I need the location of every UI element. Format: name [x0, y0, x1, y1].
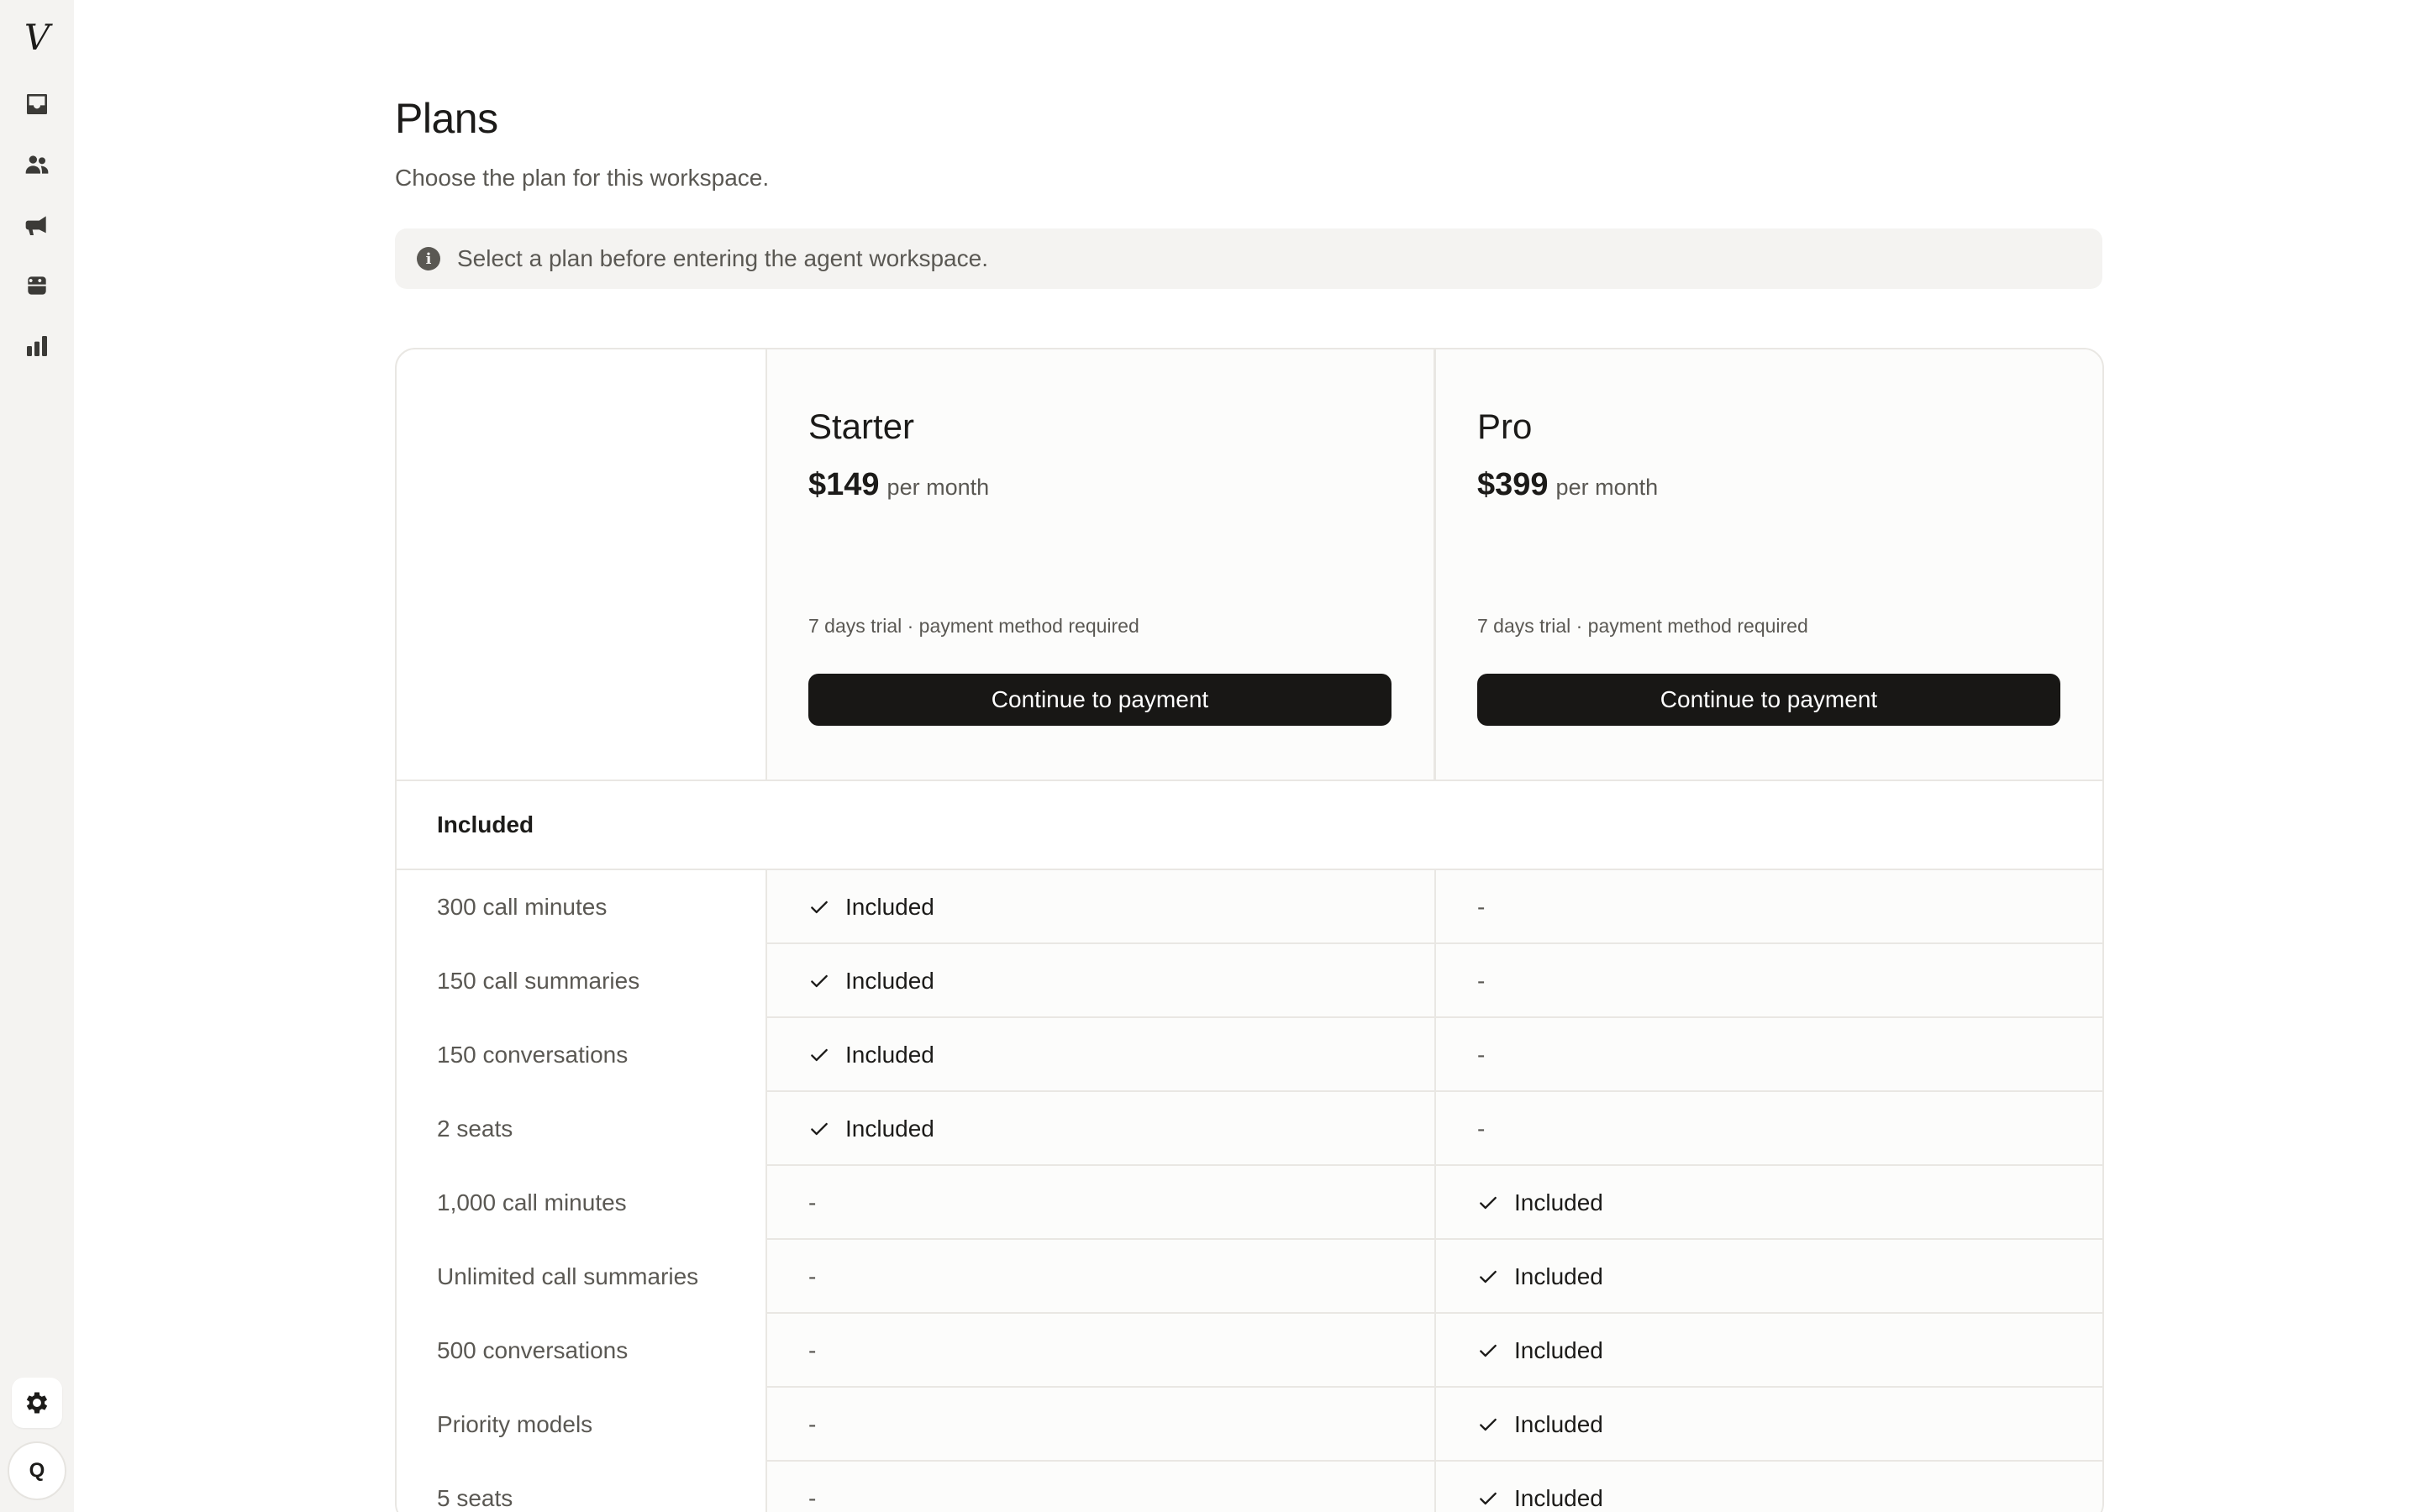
- plan-name: Pro: [1477, 407, 1533, 446]
- table-row: 150 call summaries Included -: [397, 944, 2102, 1018]
- check-icon: [811, 1122, 828, 1136]
- not-included-dash: -: [808, 1189, 817, 1215]
- not-included-dash: -: [1477, 894, 1486, 920]
- feature-label: Priority models: [397, 1388, 767, 1462]
- table-row: Priority models - Included: [397, 1388, 2102, 1462]
- feature-value-pro: -: [1436, 870, 2102, 944]
- plan-notice-banner: i Select a plan before entering the agen…: [395, 228, 2102, 289]
- price-period: per month: [886, 475, 990, 500]
- price-amount: $399: [1477, 467, 1549, 502]
- check-icon: [811, 1048, 828, 1062]
- included-label: Included: [1514, 1263, 1603, 1289]
- plan-name: Starter: [808, 407, 915, 446]
- plan-price: $399 per month: [1477, 467, 1658, 503]
- feature-value-pro: Included: [1436, 1314, 2102, 1388]
- price-period: per month: [1555, 475, 1659, 500]
- continue-to-payment-pro-button[interactable]: Continue to payment: [1477, 674, 2060, 726]
- included-label: Included: [1514, 1411, 1603, 1437]
- bot-icon[interactable]: [20, 269, 54, 302]
- included-label: Included: [845, 968, 934, 994]
- gear-icon: [26, 1392, 48, 1414]
- feature-value-starter: -: [767, 1462, 1436, 1512]
- plan-card-pro: Pro $399 per month 7 days trial · paymen…: [1436, 349, 2102, 781]
- plan-price: $149 per month: [808, 467, 989, 503]
- megaphone-icon[interactable]: [20, 208, 54, 242]
- feature-value-pro: Included: [1436, 1240, 2102, 1314]
- included-label: Included: [845, 1042, 934, 1068]
- not-included-dash: -: [808, 1411, 817, 1437]
- feature-value-pro: -: [1436, 944, 2102, 1018]
- check-icon: [1480, 1344, 1497, 1357]
- feature-label: 150 conversations: [397, 1018, 767, 1092]
- included-label: Included: [845, 894, 934, 920]
- not-included-dash: -: [1477, 1116, 1486, 1142]
- trial-note: 7 days trial · payment method required: [1477, 615, 1808, 637]
- price-amount: $149: [808, 467, 880, 502]
- feature-label: Unlimited call summaries: [397, 1240, 767, 1314]
- check-icon: [811, 974, 828, 988]
- included-label: Included: [1514, 1485, 1603, 1511]
- settings-button[interactable]: [12, 1378, 62, 1428]
- check-icon: [1480, 1492, 1497, 1505]
- notice-text: Select a plan before entering the agent …: [457, 245, 988, 271]
- feature-value-pro: -: [1436, 1018, 2102, 1092]
- sidebar: V Q: [0, 0, 74, 1512]
- continue-to-payment-starter-button[interactable]: Continue to payment: [808, 674, 1392, 726]
- feature-value-starter: Included: [767, 1092, 1436, 1166]
- check-icon: [811, 900, 828, 914]
- trial-note: 7 days trial · payment method required: [808, 615, 1139, 637]
- feature-value-starter: Included: [767, 1018, 1436, 1092]
- feature-value-starter: -: [767, 1388, 1436, 1462]
- not-included-dash: -: [808, 1337, 817, 1363]
- feature-label: 500 conversations: [397, 1314, 767, 1388]
- not-included-dash: -: [1477, 968, 1486, 994]
- app-logo[interactable]: V: [0, 15, 74, 59]
- analytics-icon[interactable]: [20, 329, 54, 363]
- table-row: Unlimited call summaries - Included: [397, 1240, 2102, 1314]
- check-icon: [1480, 1196, 1497, 1210]
- feature-value-pro: Included: [1436, 1166, 2102, 1240]
- section-title-included: Included: [397, 781, 2102, 870]
- feature-value-pro: -: [1436, 1092, 2102, 1166]
- included-label: Included: [845, 1116, 934, 1142]
- user-avatar[interactable]: Q: [8, 1441, 66, 1500]
- included-label: Included: [1514, 1189, 1603, 1215]
- table-corner-cell: [397, 349, 767, 781]
- table-row: 5 seats - Included: [397, 1462, 2102, 1512]
- feature-value-pro: Included: [1436, 1462, 2102, 1512]
- plans-comparison-table: Starter $149 per month 7 days trial · pa…: [395, 348, 2104, 1512]
- feature-value-starter: -: [767, 1240, 1436, 1314]
- table-row: 1,000 call minutes - Included: [397, 1166, 2102, 1240]
- page-title: Plans: [395, 95, 498, 142]
- feature-value-starter: Included: [767, 870, 1436, 944]
- included-label: Included: [1514, 1337, 1603, 1363]
- page-subtitle: Choose the plan for this workspace.: [395, 165, 770, 191]
- feature-value-starter: -: [767, 1166, 1436, 1240]
- feature-label: 2 seats: [397, 1092, 767, 1166]
- not-included-dash: -: [808, 1485, 817, 1511]
- check-icon: [1480, 1418, 1497, 1431]
- inbox-icon[interactable]: [20, 87, 54, 121]
- not-included-dash: -: [1477, 1042, 1486, 1068]
- feature-label: 1,000 call minutes: [397, 1166, 767, 1240]
- check-icon: [1480, 1270, 1497, 1284]
- feature-label: 150 call summaries: [397, 944, 767, 1018]
- feature-label: 5 seats: [397, 1462, 767, 1512]
- feature-value-starter: -: [767, 1314, 1436, 1388]
- table-row: 300 call minutes Included -: [397, 870, 2102, 944]
- table-row: 500 conversations - Included: [397, 1314, 2102, 1388]
- feature-label: 300 call minutes: [397, 870, 767, 944]
- feature-value-starter: Included: [767, 944, 1436, 1018]
- table-row: 2 seats Included -: [397, 1092, 2102, 1166]
- plan-card-starter: Starter $149 per month 7 days trial · pa…: [767, 349, 1436, 781]
- feature-value-pro: Included: [1436, 1388, 2102, 1462]
- contacts-icon[interactable]: [20, 148, 54, 181]
- table-row: 150 conversations Included -: [397, 1018, 2102, 1092]
- info-icon: i: [417, 247, 440, 270]
- not-included-dash: -: [808, 1263, 817, 1289]
